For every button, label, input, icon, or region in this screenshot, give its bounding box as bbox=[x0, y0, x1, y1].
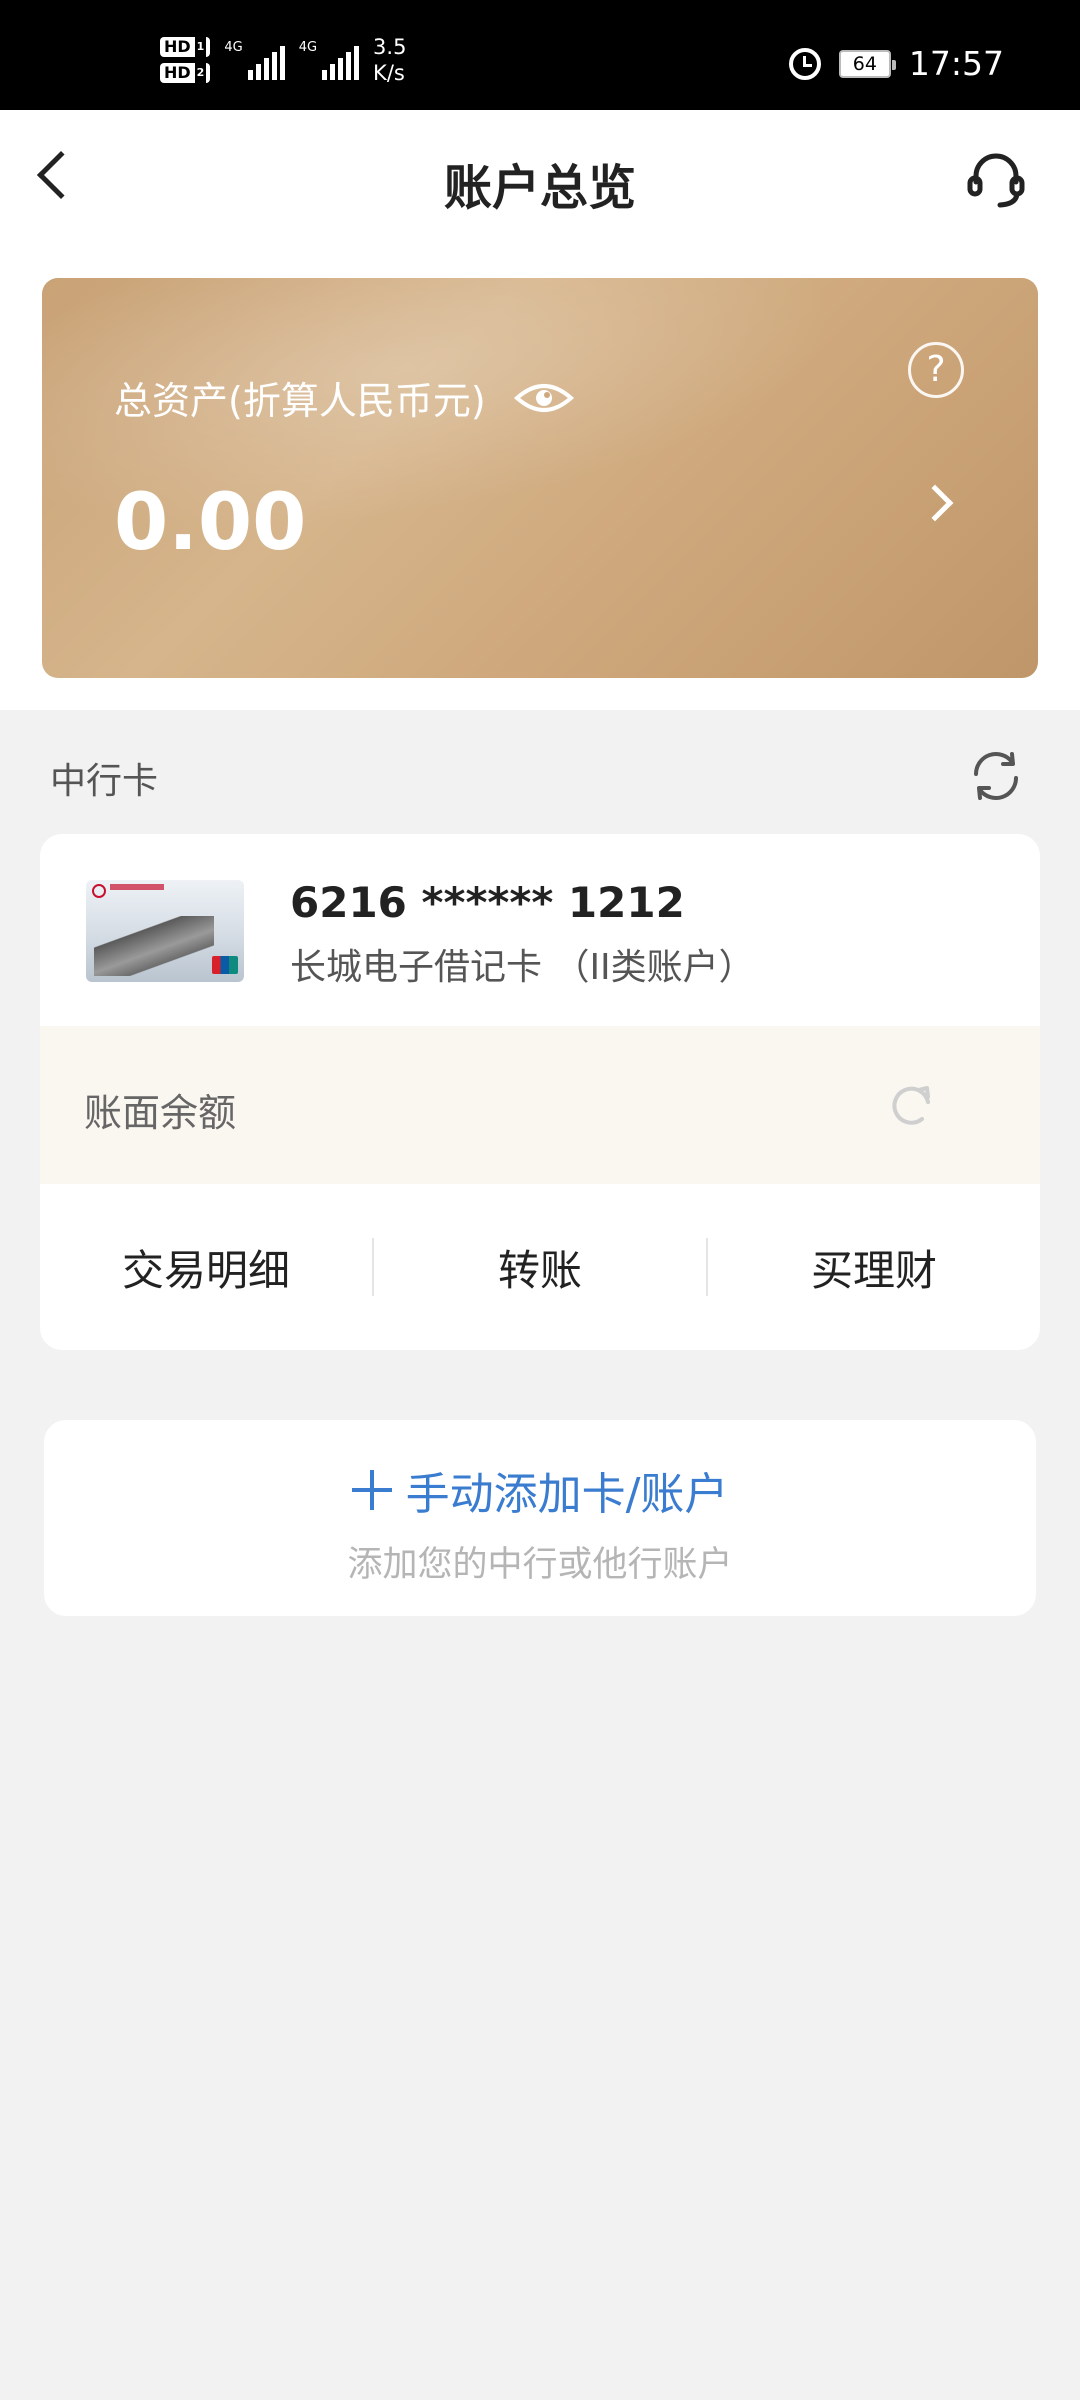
hd-indicators: HD 1 HD 2 bbox=[160, 37, 211, 83]
add-card-title: 手动添加卡/账户 bbox=[405, 1469, 729, 1520]
balance-row: 账面余额 bbox=[40, 1026, 1040, 1184]
hd2-sim: 2 bbox=[194, 63, 207, 83]
great-wall-image bbox=[94, 916, 214, 976]
balance-refresh-icon[interactable] bbox=[886, 1080, 936, 1130]
help-question-icon[interactable]: ? bbox=[908, 342, 964, 398]
signal-icon-1: 4G bbox=[224, 40, 285, 80]
net-speed: 3.5 K/s bbox=[373, 34, 406, 86]
boc-logo-mark bbox=[110, 884, 164, 890]
buy-wealth-product-button[interactable]: 买理财 bbox=[708, 1237, 1040, 1298]
section-title-boc-cards: 中行卡 bbox=[50, 761, 159, 802]
total-assets-amount: 0.00 bbox=[114, 478, 307, 568]
alarm-icon bbox=[788, 47, 821, 80]
battery-level: 64 bbox=[852, 52, 877, 75]
refresh-icon[interactable] bbox=[968, 748, 1024, 804]
status-time: 17:57 bbox=[908, 44, 1004, 83]
hd1-sim: 1 bbox=[194, 37, 207, 57]
hd1-text: HD bbox=[164, 37, 191, 56]
status-bar: HD 1 HD 2 4G 4G 3.5 K/s 64 17:57 bbox=[0, 0, 1080, 110]
add-card-title-row: 手动添加卡/账户 bbox=[44, 1458, 1036, 1522]
plus-icon bbox=[351, 1470, 392, 1510]
account-card: 6216 ****** 1212 长城电子借记卡 （II类账户） 账面余额 交易… bbox=[40, 834, 1040, 1350]
hd2-text: HD bbox=[164, 63, 191, 82]
transaction-details-button[interactable]: 交易明细 bbox=[40, 1237, 372, 1298]
transfer-button[interactable]: 转账 bbox=[374, 1237, 706, 1298]
signal-icon-2: 4G bbox=[298, 40, 360, 80]
hd2-badge: HD 2 bbox=[160, 63, 211, 83]
customer-service-headset-icon[interactable] bbox=[964, 148, 1028, 212]
unionpay-logo-icon bbox=[212, 956, 238, 974]
bank-card-thumbnail bbox=[86, 880, 244, 982]
total-assets-label-row: 总资产(折算人民币元) bbox=[114, 370, 574, 425]
add-card-button[interactable]: 手动添加卡/账户 添加您的中行或他行账户 bbox=[44, 1420, 1036, 1616]
net-speed-value: 3.5 bbox=[373, 35, 407, 59]
net1-label: 4G bbox=[224, 40, 243, 55]
total-assets-card[interactable]: 总资产(折算人民币元) 0.00 ? bbox=[42, 278, 1038, 678]
battery-icon: 64 bbox=[838, 49, 896, 78]
page-title: 账户总览 bbox=[443, 160, 636, 216]
status-left: HD 1 HD 2 4G 4G 3.5 K/s bbox=[160, 34, 406, 86]
account-actions: 交易明细 转账 买理财 bbox=[40, 1184, 1040, 1350]
balance-label: 账面余额 bbox=[84, 1091, 237, 1135]
chevron-right-icon[interactable] bbox=[916, 484, 954, 522]
total-assets-label: 总资产(折算人民币元) bbox=[114, 379, 486, 423]
card-type: 长城电子借记卡 （II类账户） bbox=[290, 947, 755, 988]
app-header: 账户总览 bbox=[0, 110, 1080, 250]
net2-label: 4G bbox=[298, 40, 318, 55]
net-speed-unit: K/s bbox=[373, 61, 405, 85]
status-right: 64 17:57 bbox=[788, 44, 1004, 83]
card-number: 6216 ****** 1212 bbox=[290, 878, 685, 927]
hd1-badge: HD 1 bbox=[160, 37, 211, 57]
add-card-subtitle: 添加您的中行或他行账户 bbox=[347, 1545, 733, 1585]
boc-logo-icon bbox=[92, 884, 106, 898]
eye-toggle-icon[interactable] bbox=[513, 380, 574, 416]
